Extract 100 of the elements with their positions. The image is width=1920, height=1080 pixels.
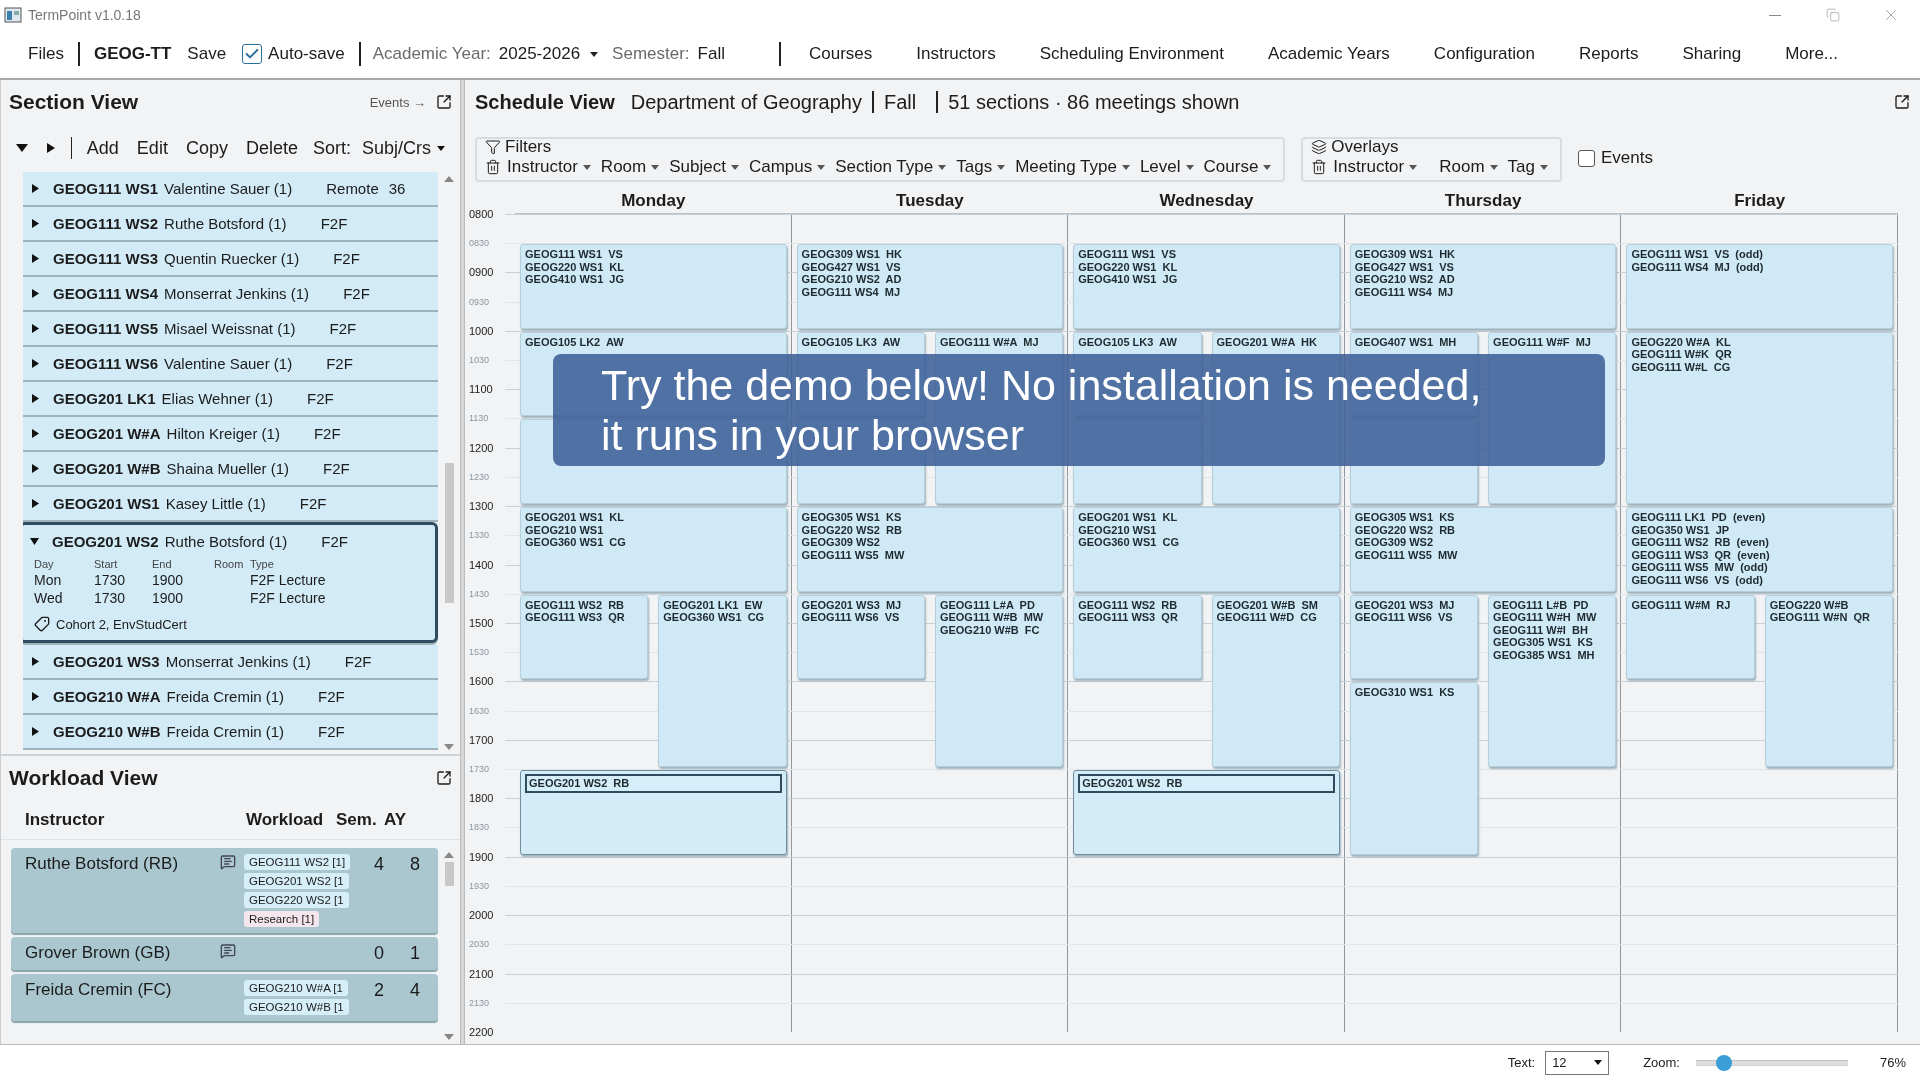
note-icon[interactable] xyxy=(220,943,236,959)
expand-icon[interactable] xyxy=(31,184,40,193)
nav-menu-item[interactable]: Academic Years xyxy=(1245,40,1412,68)
overlay-dropdown[interactable]: Instructor xyxy=(1329,157,1422,177)
files-menu[interactable]: Files xyxy=(20,40,72,68)
scroll-up-icon[interactable] xyxy=(444,176,454,182)
meeting-block[interactable]: GEOG309 WS1 HK GEOG427 WS1 VS GEOG210 WS2 AD GEOG111 WS4 MJ xyxy=(1349,244,1617,329)
section-row[interactable]: GEOG111 WS1 Valentine Sauer (1) Remote 36 xyxy=(23,172,438,205)
note-icon[interactable] xyxy=(220,854,236,870)
section-row[interactable]: GEOG201 LK1 Elias Wehner (1) F2F xyxy=(23,382,438,415)
meeting-block[interactable]: GEOG201 WS1 KL GEOG210 WS1 GEOG360 WS1 CG xyxy=(1073,507,1340,592)
expand-icon[interactable] xyxy=(31,727,40,736)
expand-icon[interactable] xyxy=(31,289,40,298)
nav-menu-item[interactable]: Scheduling Environment xyxy=(1017,40,1246,68)
popout-icon[interactable] xyxy=(436,770,452,786)
meeting-block[interactable]: GEOG201 WS3 MJ GEOG111 WS6 VS xyxy=(796,594,925,680)
scroll-up-icon[interactable] xyxy=(444,852,454,858)
scroll-down-icon[interactable] xyxy=(444,1034,454,1040)
sort-dropdown[interactable]: Subj/Crs xyxy=(354,135,452,161)
nav-menu-item[interactable]: Configuration xyxy=(1411,40,1557,68)
filter-dropdown[interactable]: Section Type xyxy=(831,157,951,177)
slider-thumb[interactable] xyxy=(1716,1054,1733,1071)
section-row[interactable]: GEOG111 WS2 Ruthe Botsford (1) F2F xyxy=(23,207,438,240)
year-dropdown[interactable]: 2025-2026 xyxy=(498,44,607,64)
workload-row[interactable]: Grover Brown (GB) 0 1 xyxy=(11,937,438,970)
meeting-block[interactable]: GEOG111 L#A PD GEOG111 W#B MW GEOG210 W#B FC xyxy=(934,594,1064,768)
meeting-block[interactable]: GEOG220 W#A KL GEOG111 W#K QR GEOG111 W#L CG xyxy=(1626,331,1893,505)
section-row[interactable]: GEOG210 W#B Freida Cremin (1) F2F xyxy=(23,715,438,748)
meeting-block[interactable]: GEOG305 WS1 KS GEOG220 WS2 RB GEOG309 WS2 GEOG111 WS5 MW xyxy=(796,507,1064,592)
toolbar-button[interactable]: Delete xyxy=(238,135,305,161)
filter-dropdown[interactable]: Tags xyxy=(952,157,1010,177)
scrollbar-thumb[interactable] xyxy=(444,463,454,603)
expand-icon[interactable] xyxy=(31,429,40,438)
filter-dropdown[interactable]: Campus xyxy=(744,157,830,177)
nav-menu-item[interactable]: More... xyxy=(1763,40,1861,68)
autosave-checkbox[interactable] xyxy=(242,44,263,64)
expand-icon[interactable] xyxy=(31,394,40,403)
expand-icon[interactable] xyxy=(31,692,40,701)
scroll-down-icon[interactable] xyxy=(444,744,454,750)
overlay-dropdown[interactable]: Room xyxy=(1435,157,1502,177)
meeting-block[interactable]: GEOG201 WS1 KL GEOG210 WS1 GEOG360 WS1 CG xyxy=(520,507,787,592)
section-row[interactable]: GEOG201 W#B Shaina Mueller (1) F2F xyxy=(23,452,438,485)
meeting-block[interactable]: GEOG305 WS1 KS GEOG220 WS2 RB GEOG309 WS2 GEOG111 WS5 MW xyxy=(1349,507,1617,592)
section-row[interactable]: GEOG111 WS5 Misael Weissnat (1) F2F xyxy=(23,312,438,345)
filter-dropdown[interactable]: Subject xyxy=(665,157,743,177)
nav-menu-item[interactable]: Courses xyxy=(787,40,895,68)
meeting-block[interactable]: GEOG111 W#M RJ xyxy=(1626,594,1755,680)
collapse-icon[interactable] xyxy=(30,537,39,546)
expand-icon[interactable] xyxy=(31,324,40,333)
section-row[interactable]: GEOG111 WS6 Valentine Sauer (1) F2F xyxy=(23,347,438,380)
meeting-block[interactable]: GEOG220 W#B GEOG111 W#N QR xyxy=(1764,594,1893,768)
section-row[interactable]: GEOG111 WS3 Quentin Ruecker (1) F2F xyxy=(23,242,438,275)
meeting-block[interactable]: GEOG111 WS1 VS GEOG220 WS1 KL GEOG410 WS1 JG xyxy=(1073,244,1340,329)
project-name[interactable]: GEOG-TT xyxy=(85,40,180,68)
filter-dropdown[interactable]: Instructor xyxy=(503,157,595,177)
meeting-block[interactable]: GEOG201 LK1 EW GEOG360 WS1 CG xyxy=(658,594,787,768)
save-button[interactable]: Save xyxy=(179,40,235,68)
nav-menu-item[interactable]: Reports xyxy=(1557,40,1661,68)
section-row[interactable]: GEOG210 W#A Freida Cremin (1) F2F xyxy=(23,680,438,713)
expand-icon[interactable] xyxy=(31,254,40,263)
nav-menu-item[interactable]: Sharing xyxy=(1660,40,1764,68)
nav-menu-item[interactable]: Instructors xyxy=(894,40,1018,68)
expand-icon[interactable] xyxy=(31,219,40,228)
popout-icon[interactable] xyxy=(1894,94,1910,110)
trash-icon[interactable] xyxy=(1311,159,1328,175)
events-checkbox[interactable] xyxy=(1578,149,1595,167)
trash-icon[interactable] xyxy=(485,159,501,175)
filter-dropdown[interactable]: Room xyxy=(596,157,664,177)
section-row[interactable]: GEOG201 WS1 Kasey Little (1) F2F xyxy=(23,487,438,520)
expand-icon[interactable] xyxy=(31,359,40,368)
meeting-block[interactable]: GEOG111 WS1 VS (odd) GEOG111 WS4 MJ (odd) xyxy=(1626,244,1893,329)
expand-icon[interactable] xyxy=(31,657,40,666)
meeting-block[interactable]: GEOG309 WS1 HK GEOG427 WS1 VS GEOG210 WS2 AD GEOG111 WS4 MJ xyxy=(796,244,1064,329)
meeting-block[interactable]: GEOG201 WS3 MJ GEOG111 WS6 VS xyxy=(1349,594,1479,680)
expand-icon[interactable] xyxy=(31,499,40,508)
meeting-block[interactable]: GEOG111 WS2 RB GEOG111 WS3 QR xyxy=(1073,594,1202,680)
expand-icon[interactable] xyxy=(31,464,40,473)
meeting-block[interactable]: GEOG111 L#B PD GEOG111 W#H MW GEOG111 W#I BH GEOG305 WS1 KS GEOG385 WS1 MH xyxy=(1488,594,1617,768)
meeting-block[interactable]: GEOG111 LK1 PD (even) GEOG350 WS1 JP GEOG111 WS2 RB (even) GEOG111 WS3 QR (even) GEOG111 WS5 MW (odd) GEOG111 WS6 VS (odd) xyxy=(1626,507,1893,592)
section-row[interactable]: GEOG201 WS2 Ruthe Botsford (1) F2F Day Start End Room Type Mon 1730 1900 F2F Lecture Wed 1730 1900 F2F Lecture Cohort 2, EnvStudCert xyxy=(23,522,438,643)
popout-icon[interactable] xyxy=(436,94,452,110)
section-row[interactable]: GEOG111 WS4 Monserrat Jenkins (1) F2F xyxy=(23,277,438,310)
section-row[interactable]: GEOG201 W#A Hilton Kreiger (1) F2F xyxy=(23,417,438,450)
filter-dropdown[interactable]: Level xyxy=(1135,157,1198,177)
meeting-block[interactable]: GEOG310 WS1 KS xyxy=(1349,682,1479,855)
section-row[interactable]: GEOG201 WS3 Monserrat Jenkins (1) F2F xyxy=(23,645,438,678)
text-size-dropdown[interactable]: 12 xyxy=(1545,1050,1610,1075)
meeting-block[interactable]: GEOG111 WS1 VS GEOG220 WS1 KL GEOG410 WS1 JG xyxy=(520,244,787,329)
overlay-dropdown[interactable]: Tag xyxy=(1503,157,1552,177)
meeting-block[interactable]: GEOG201 WS2 RB xyxy=(520,770,787,855)
toolbar-button[interactable]: Edit xyxy=(129,135,175,161)
toolbar-button[interactable]: Add xyxy=(79,135,126,161)
workload-row[interactable]: Freida Cremin (FC) GEOG210 W#A [1 GEOG210 W#B [1 2 4 xyxy=(11,974,438,1021)
workload-row[interactable]: Ruthe Botsford (RB) GEOG111 WS2 [1] GEOG201 WS2 [1 GEOG220 WS2 [1 Research [1] 4 8 xyxy=(11,848,438,933)
meeting-block[interactable]: GEOG111 WS2 RB GEOG111 WS3 QR xyxy=(520,594,649,680)
filter-dropdown[interactable]: Course xyxy=(1199,157,1276,177)
meeting-block[interactable]: GEOG201 W#B SM GEOG111 W#D CG xyxy=(1211,594,1340,768)
filter-dropdown[interactable]: Meeting Type xyxy=(1011,157,1134,177)
scrollbar-thumb[interactable] xyxy=(444,862,454,886)
meeting-block[interactable]: GEOG201 WS2 RB xyxy=(1073,770,1340,855)
